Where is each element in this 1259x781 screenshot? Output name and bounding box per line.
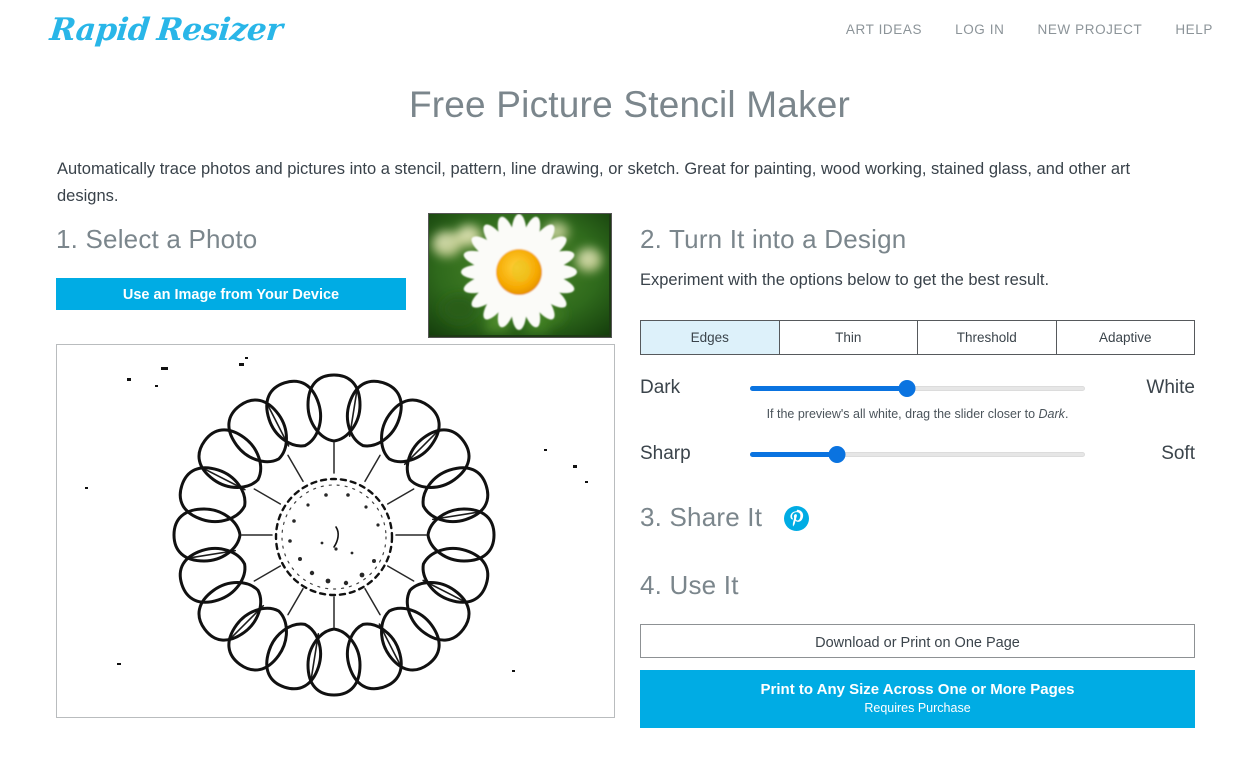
share-section: 3. Share It (640, 501, 1197, 535)
source-photo-thumbnail[interactable] (428, 213, 612, 338)
tab-edges[interactable]: Edges (641, 321, 780, 355)
main-navigation: ART IDEAS LOG IN NEW PROJECT HELP (846, 22, 1213, 37)
step3-heading: 3. Share It (640, 502, 763, 533)
step2-subtitle: Experiment with the options below to get… (640, 271, 1050, 290)
pinterest-icon[interactable] (784, 505, 810, 531)
download-or-print-button[interactable]: Download or Print on One Page (640, 623, 1195, 658)
logo-word-resizer: Resizer (155, 12, 284, 48)
darkness-slider-thumb[interactable] (898, 379, 916, 397)
page-intro-text: Automatically trace photos and pictures … (57, 160, 1131, 205)
tab-adaptive[interactable]: Adaptive (1056, 321, 1194, 355)
site-logo[interactable]: Rapid Resizer (48, 12, 284, 48)
sharpness-slider-left-label: Sharp (640, 443, 691, 465)
step2-heading: 2. Turn It into a Design (640, 224, 907, 255)
darkness-slider-right-label: White (1146, 377, 1195, 399)
sharpness-slider-thumb[interactable] (828, 445, 846, 463)
right-column: 2. Turn It into a Design Experiment with… (640, 223, 1197, 729)
tab-threshold[interactable]: Threshold (918, 321, 1057, 355)
use-image-from-device-button[interactable]: Use an Image from Your Device (56, 278, 406, 311)
design-mode-tabs: Edges Thin Threshold Adaptive (640, 320, 1195, 356)
hint-suffix: . (1064, 407, 1069, 422)
print-any-size-button[interactable]: Print to Any Size Across One or More Pag… (640, 669, 1195, 729)
hint-emphasis: Dark (1038, 407, 1065, 422)
tab-thin[interactable]: Thin (779, 321, 918, 355)
darkness-slider[interactable] (750, 379, 1085, 397)
hint-prefix: If the preview's all white, drag the sli… (766, 407, 1039, 422)
site-header: Rapid Resizer ART IDEAS LOG IN NEW PROJEC… (0, 0, 1259, 66)
print-any-size-label: Print to Any Size Across One or More Pag… (760, 680, 1075, 698)
stencil-preview[interactable] (56, 344, 615, 718)
darkness-slider-hint: If the preview's all white, drag the sli… (640, 407, 1195, 421)
nav-new-project[interactable]: NEW PROJECT (1037, 22, 1142, 37)
nav-log-in[interactable]: LOG IN (955, 22, 1004, 37)
nav-help[interactable]: HELP (1175, 22, 1213, 37)
nav-art-ideas[interactable]: ART IDEAS (846, 22, 922, 37)
darkness-slider-row: Dark White (640, 377, 1195, 399)
sharpness-slider[interactable] (750, 445, 1085, 463)
print-any-size-sublabel: Requires Purchase (864, 700, 971, 715)
step4-heading: 4. Use It (640, 570, 739, 601)
sharpness-slider-fill (750, 451, 838, 457)
sharpness-slider-row: Sharp Soft (640, 443, 1195, 465)
darkness-slider-left-label: Dark (640, 377, 681, 399)
page-title: Free Picture Stencil Maker (408, 84, 851, 125)
sharpness-slider-right-label: Soft (1161, 443, 1195, 465)
darkness-slider-fill (750, 385, 908, 391)
logo-word-rapid: Rapid (48, 12, 152, 48)
